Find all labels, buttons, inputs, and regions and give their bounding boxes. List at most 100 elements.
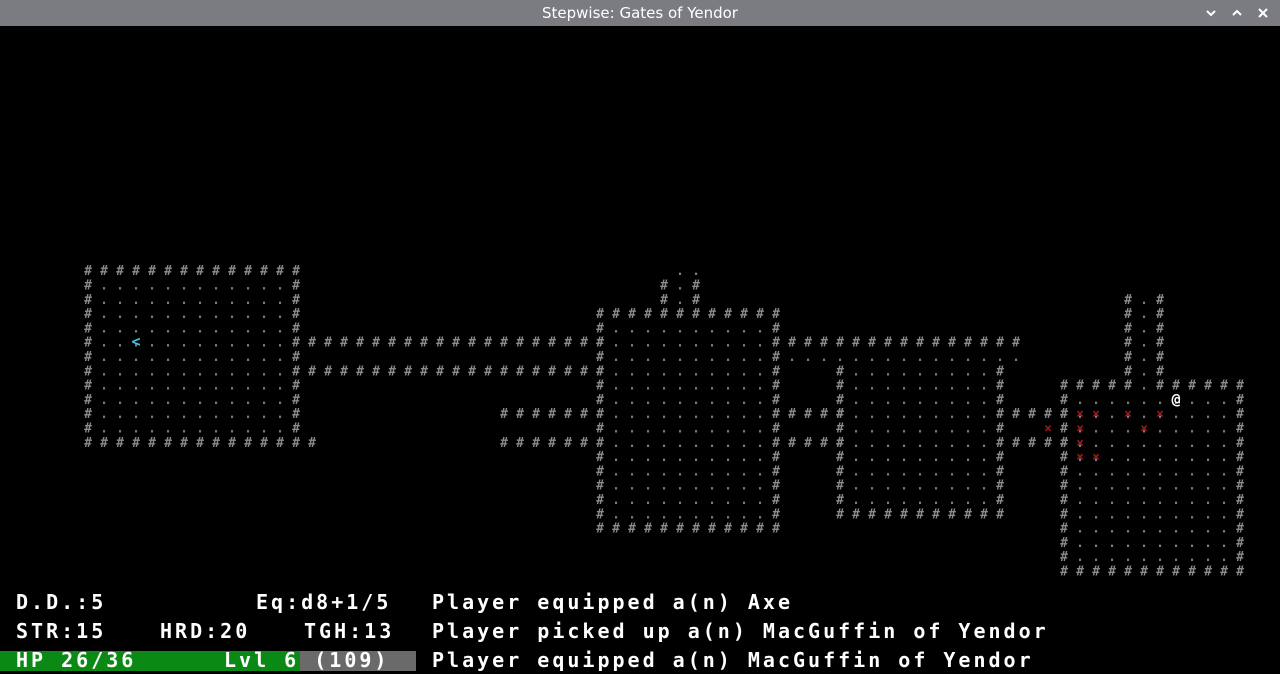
floor-tile: .	[260, 350, 268, 365]
wall-tile: #	[996, 507, 1004, 522]
floor-tile: .	[900, 407, 908, 422]
wall-tile: #	[596, 336, 604, 351]
trap-mark: ×	[1124, 407, 1132, 422]
floor-tile: .	[1124, 436, 1132, 451]
floor-tile: .	[276, 321, 284, 336]
floor-tile: .	[1156, 421, 1164, 436]
floor-tile: .	[1124, 393, 1132, 408]
floor-tile: .	[1092, 479, 1100, 494]
floor-tile: .	[884, 407, 892, 422]
wall-tile: #	[596, 407, 604, 422]
floor-tile: .	[1220, 550, 1228, 565]
wall-tile: #	[628, 307, 636, 322]
floor-tile: .	[948, 464, 956, 479]
floor-tile: .	[116, 421, 124, 436]
floor-tile: .	[212, 336, 220, 351]
wall-tile: #	[756, 522, 764, 537]
floor-tile: .	[1140, 493, 1148, 508]
floor-tile: .	[612, 379, 620, 394]
floor-tile: .	[980, 393, 988, 408]
maximize-button[interactable]	[1224, 0, 1250, 26]
floor-tile: .	[916, 350, 924, 365]
wall-tile: #	[1060, 507, 1068, 522]
wall-tile: #	[772, 421, 780, 436]
wall-tile: #	[260, 436, 268, 451]
floor-tile: .	[916, 493, 924, 508]
wall-tile: #	[500, 364, 508, 379]
wall-tile: #	[836, 421, 844, 436]
floor-tile: .	[644, 421, 652, 436]
floor-tile: .	[244, 350, 252, 365]
floor-tile: .	[116, 321, 124, 336]
wall-tile: #	[292, 278, 300, 293]
floor-tile: .	[916, 407, 924, 422]
trap-mark: ×	[1092, 407, 1100, 422]
floor-tile: .	[276, 307, 284, 322]
wall-tile: #	[436, 364, 444, 379]
wall-tile: #	[1124, 336, 1132, 351]
floor-tile: .	[148, 350, 156, 365]
wall-tile: #	[916, 336, 924, 351]
wall-tile: #	[1156, 350, 1164, 365]
floor-tile: .	[1140, 450, 1148, 465]
wall-tile: #	[708, 307, 716, 322]
floor-tile: .	[660, 436, 668, 451]
wall-tile: #	[484, 364, 492, 379]
equipped-weapon: Eq:d8+1/5	[256, 590, 392, 614]
floor-tile: .	[1140, 407, 1148, 422]
floor-tile: .	[228, 293, 236, 308]
floor-tile: .	[660, 421, 668, 436]
floor-tile: .	[724, 364, 732, 379]
floor-tile: .	[740, 364, 748, 379]
floor-tile: .	[980, 493, 988, 508]
floor-tile: .	[932, 450, 940, 465]
floor-tile: .	[100, 293, 108, 308]
wall-tile: #	[1156, 307, 1164, 322]
wall-tile: #	[452, 364, 460, 379]
wall-tile: #	[484, 336, 492, 351]
floor-tile: .	[756, 464, 764, 479]
floor-tile: .	[948, 493, 956, 508]
wall-tile: #	[996, 407, 1004, 422]
floor-tile: .	[180, 364, 188, 379]
wall-tile: #	[1060, 479, 1068, 494]
wall-tile: #	[580, 336, 588, 351]
wall-tile: #	[772, 464, 780, 479]
close-button[interactable]	[1250, 0, 1276, 26]
floor-tile: .	[948, 436, 956, 451]
floor-tile: .	[1124, 493, 1132, 508]
floor-tile: .	[100, 321, 108, 336]
floor-tile: .	[724, 336, 732, 351]
floor-tile: .	[964, 479, 972, 494]
floor-tile: .	[1188, 522, 1196, 537]
wall-tile: #	[1236, 493, 1244, 508]
trap-mark: ×	[1092, 450, 1100, 465]
floor-tile: .	[644, 407, 652, 422]
floor-tile: .	[212, 321, 220, 336]
floor-tile: .	[612, 393, 620, 408]
wall-tile: #	[996, 464, 1004, 479]
wall-tile: #	[1028, 436, 1036, 451]
floor-tile: .	[692, 393, 700, 408]
floor-tile: .	[852, 379, 860, 394]
floor-tile: .	[644, 379, 652, 394]
wall-tile: #	[724, 307, 732, 322]
floor-tile: .	[916, 421, 924, 436]
floor-tile: .	[1140, 507, 1148, 522]
floor-tile: .	[1172, 550, 1180, 565]
floor-tile: .	[180, 421, 188, 436]
floor-tile: .	[708, 421, 716, 436]
floor-tile: .	[708, 436, 716, 451]
trap-mark: ×	[1076, 421, 1084, 436]
wall-tile: #	[1188, 564, 1196, 579]
floor-tile: .	[132, 364, 140, 379]
wall-tile: #	[196, 264, 204, 279]
floor-tile: .	[756, 364, 764, 379]
floor-tile: .	[740, 450, 748, 465]
floor-tile: .	[868, 464, 876, 479]
wall-tile: #	[548, 436, 556, 451]
floor-tile: .	[740, 407, 748, 422]
floor-tile: .	[900, 464, 908, 479]
minimize-button[interactable]	[1198, 0, 1224, 26]
wall-tile: #	[260, 264, 268, 279]
